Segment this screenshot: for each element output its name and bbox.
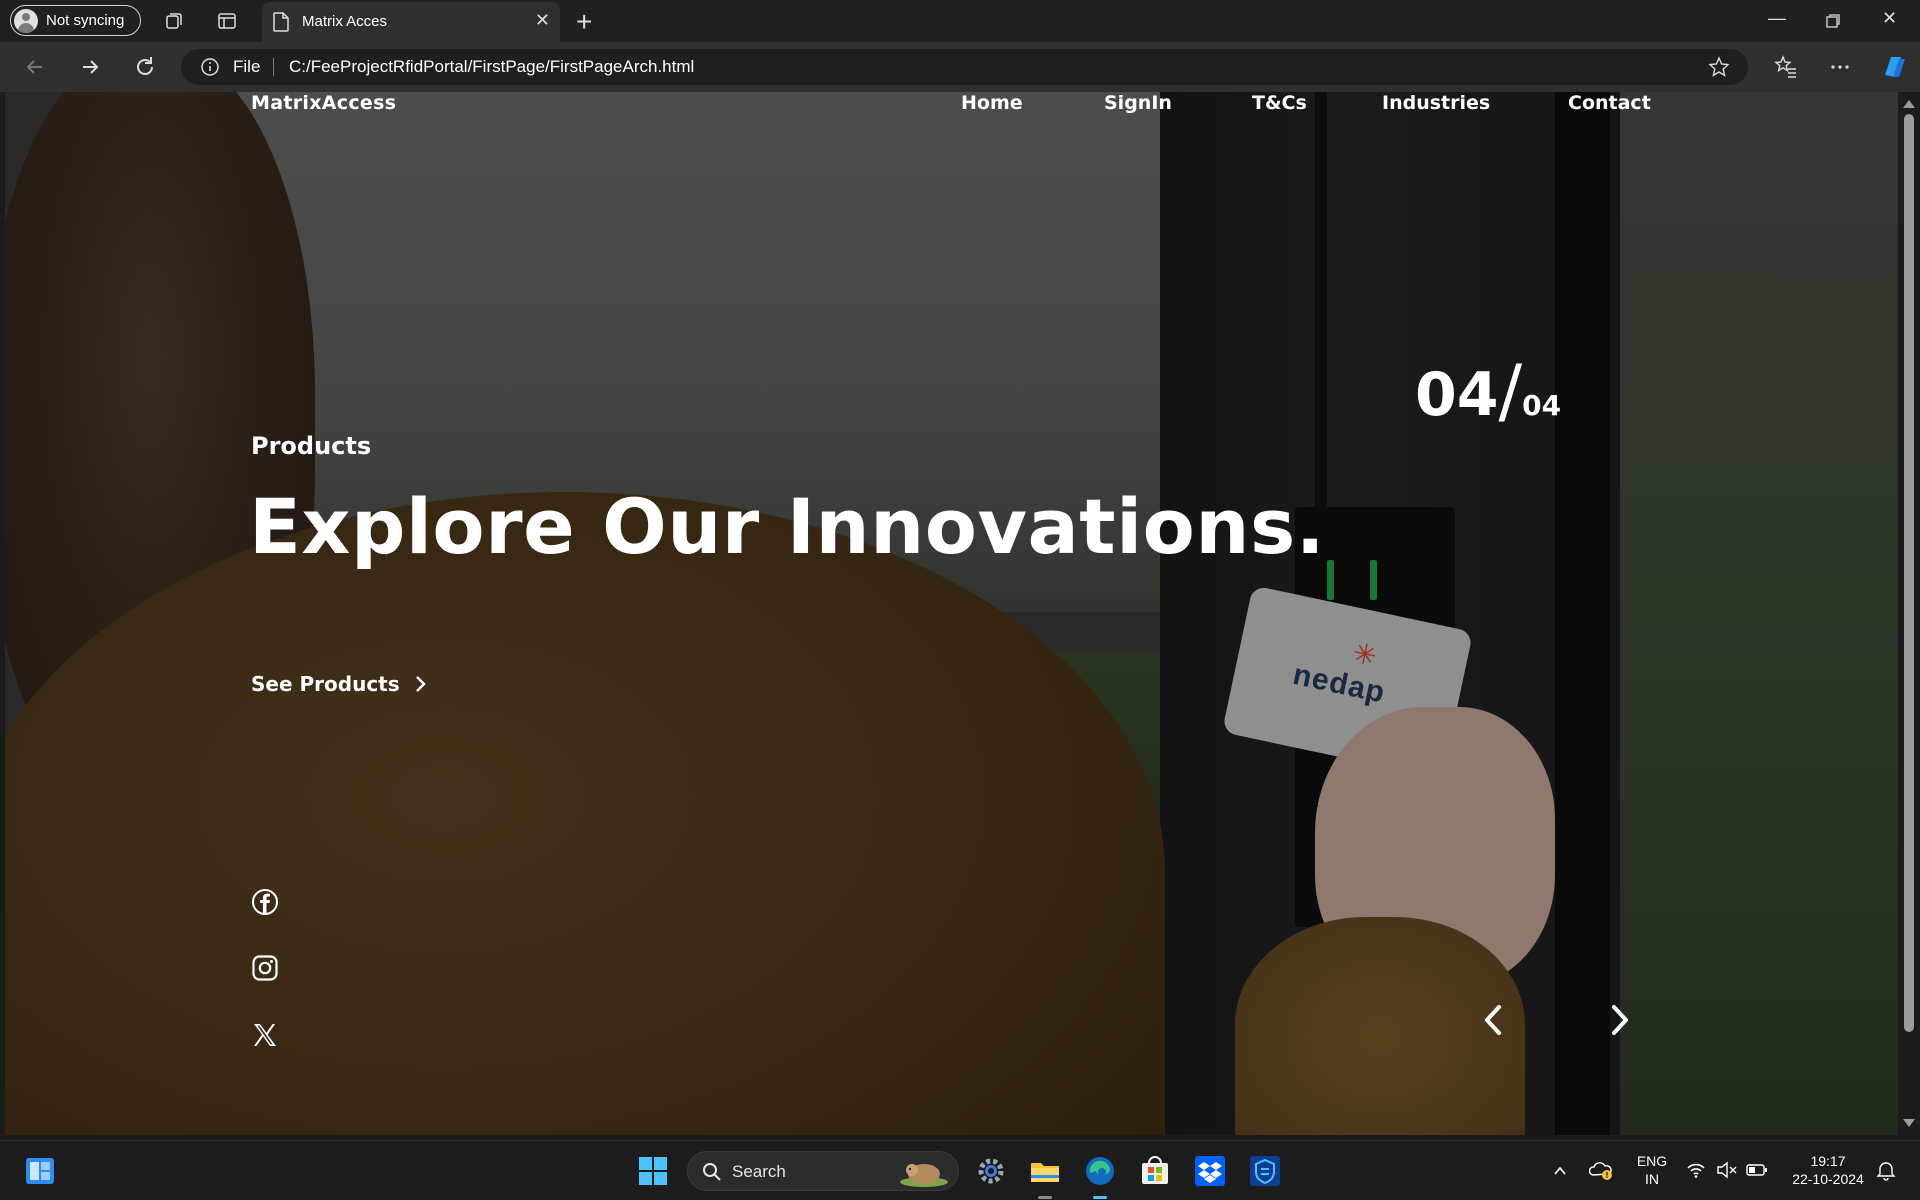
slide-counter: 04/04 <box>1415 350 1561 432</box>
address-bar[interactable]: File C:/FeeProjectRfidPortal/FirstPage/F… <box>181 49 1748 85</box>
browser-toolbar: File C:/FeeProjectRfidPortal/FirstPage/F… <box>0 42 1920 92</box>
edge-active-indicator <box>1093 1196 1107 1199</box>
windows-start-icon[interactable] <box>637 1155 669 1187</box>
settings-gear-icon[interactable] <box>975 1155 1007 1187</box>
copilot-icon[interactable] <box>1879 51 1911 83</box>
favorite-star-icon[interactable] <box>1708 56 1730 78</box>
instagram-icon[interactable] <box>251 954 279 982</box>
hero-headline: Explore Our Innovations. <box>249 482 1326 571</box>
address-url[interactable]: C:/FeeProjectRfidPortal/FirstPage/FirstP… <box>289 57 694 77</box>
security-app-icon[interactable] <box>1249 1155 1281 1187</box>
forward-icon[interactable] <box>77 54 103 80</box>
facebook-icon[interactable] <box>251 888 279 916</box>
tab-actions-icon[interactable] <box>217 11 237 31</box>
tab-strip: Not syncing Matrix Acces ✕ + — ✕ <box>0 0 1920 42</box>
see-products-label: See Products <box>251 672 400 696</box>
slide-total: 04 <box>1522 389 1562 422</box>
scroll-down-arrow-icon[interactable] <box>1903 1119 1915 1127</box>
address-scheme: File <box>233 57 261 76</box>
profile-avatar-icon <box>14 8 38 33</box>
dropbox-icon[interactable] <box>1194 1155 1226 1187</box>
hero-background-image: ✳ nedap <box>5 92 1898 1135</box>
clock-time: 19:17 <box>1810 1153 1846 1169</box>
file-explorer-icon[interactable] <box>1029 1155 1061 1187</box>
x-twitter-icon[interactable] <box>251 1021 279 1049</box>
see-products-button[interactable]: See Products <box>251 672 428 696</box>
onedrive-warning-icon[interactable] <box>1589 1159 1613 1181</box>
clock[interactable]: 19:17 22-10-2024 <box>1782 1152 1874 1188</box>
search-highlight-icon <box>900 1164 948 1187</box>
taskbar-search[interactable]: Search <box>687 1151 959 1191</box>
nav-contact[interactable]: Contact <box>1568 92 1651 114</box>
refresh-icon[interactable] <box>132 54 158 80</box>
scroll-thumb[interactable] <box>1904 114 1914 1032</box>
wifi-icon[interactable] <box>1686 1161 1706 1179</box>
new-tab-icon[interactable]: + <box>576 6 592 38</box>
battery-icon[interactable] <box>1746 1161 1768 1179</box>
chevron-right-icon <box>415 676 426 692</box>
profile-label: Not syncing <box>46 12 125 29</box>
microsoft-store-icon[interactable] <box>1139 1155 1171 1187</box>
language-indicator[interactable]: ENG IN <box>1633 1152 1671 1188</box>
site-logo[interactable]: MatrixAccess <box>251 92 396 116</box>
profile-button[interactable]: Not syncing <box>10 5 141 36</box>
search-label: Search <box>732 1162 786 1181</box>
widgets-icon[interactable] <box>24 1155 56 1187</box>
back-icon[interactable] <box>22 54 48 80</box>
clock-date: 22-10-2024 <box>1792 1171 1864 1187</box>
page-viewport: ✳ nedap MatrixAccess Home SignIn T&Cs In… <box>5 92 1898 1135</box>
section-eyebrow: Products <box>251 432 372 460</box>
tab-title: Matrix Acces <box>302 13 388 30</box>
nav-terms[interactable]: T&Cs <box>1252 92 1307 114</box>
address-divider <box>273 58 274 76</box>
edge-browser-icon[interactable] <box>1084 1155 1116 1187</box>
explorer-running-indicator <box>1038 1196 1052 1199</box>
slide-current: 04 <box>1415 360 1499 430</box>
favorites-icon[interactable] <box>1773 54 1799 80</box>
scroll-up-arrow-icon[interactable] <box>1903 100 1915 108</box>
minimize-icon[interactable]: — <box>1768 8 1786 29</box>
show-hidden-icons-chevron-icon[interactable] <box>1552 1163 1568 1179</box>
more-options-icon[interactable] <box>1827 54 1853 80</box>
close-window-icon[interactable]: ✕ <box>1882 8 1897 29</box>
nav-home[interactable]: Home <box>961 92 1023 114</box>
restore-icon[interactable] <box>1825 13 1841 29</box>
page-icon <box>273 12 289 32</box>
windows-taskbar: Search ENG IN 19:17 22-10-2024 <box>0 1140 1920 1200</box>
nav-industries[interactable]: Industries <box>1382 92 1490 114</box>
next-slide-icon[interactable] <box>1605 1002 1635 1038</box>
info-icon[interactable] <box>201 58 219 76</box>
prev-slide-icon[interactable] <box>1478 1002 1508 1038</box>
active-tab[interactable]: Matrix Acces ✕ <box>262 2 560 42</box>
search-icon <box>703 1163 721 1181</box>
nav-signin[interactable]: SignIn <box>1104 92 1172 114</box>
volume-muted-icon[interactable] <box>1716 1161 1738 1179</box>
notification-bell-icon[interactable] <box>1875 1159 1897 1181</box>
language-code: ENG <box>1636 1153 1668 1169</box>
workspaces-icon[interactable] <box>164 11 184 31</box>
close-tab-icon[interactable]: ✕ <box>535 10 550 31</box>
page-scrollbar[interactable] <box>1898 92 1920 1135</box>
language-region: IN <box>1645 1171 1659 1187</box>
slide-separator: / <box>1498 350 1523 432</box>
